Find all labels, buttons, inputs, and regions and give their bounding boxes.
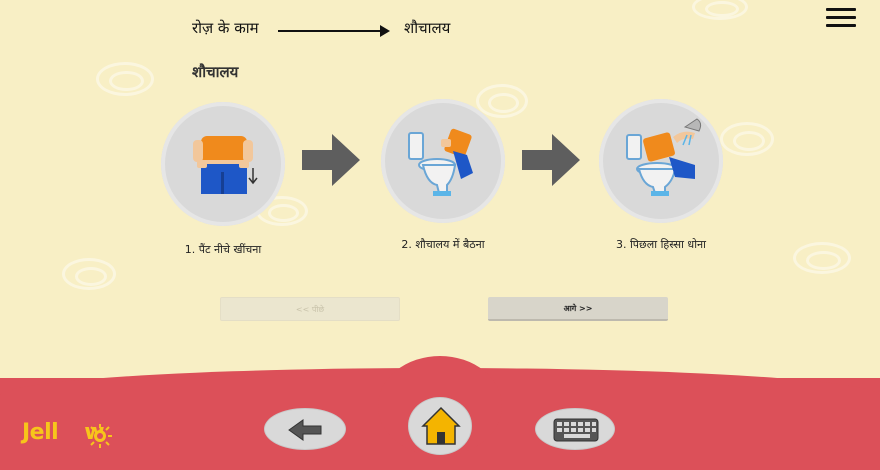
flow-arrow-icon	[302, 134, 360, 186]
step-2-label: 2. शौचालय में बैठना	[401, 238, 485, 251]
previous-button[interactable]: << पीछे	[220, 297, 400, 321]
next-button[interactable]: आगे >>	[488, 297, 668, 321]
keyboard-icon	[553, 418, 599, 442]
pull-down-pants-icon	[193, 136, 258, 194]
home-icon	[421, 406, 461, 445]
breadcrumb-parent[interactable]: रोज़ के काम	[192, 18, 259, 38]
breadcrumb: रोज़ के काम शौचालय	[192, 18, 512, 42]
menu-line	[826, 16, 856, 19]
sit-on-toilet-icon	[408, 128, 473, 196]
menu-line	[826, 8, 856, 11]
logo-text-start: Jell	[22, 420, 59, 445]
breadcrumb-arrow-icon	[278, 25, 390, 37]
jellow-logo: Jell w	[22, 420, 152, 456]
step-3-label: 3. पिछला हिस्सा धोना	[615, 238, 707, 251]
home-button[interactable]	[408, 397, 472, 455]
decor-swirl	[720, 122, 774, 156]
sun-icon	[88, 424, 112, 448]
page-title: शौचालय	[192, 63, 239, 81]
decor-swirl	[62, 258, 116, 290]
menu-line	[826, 24, 856, 27]
decor-swirl	[793, 242, 851, 274]
step-2-card[interactable]	[381, 99, 505, 223]
step-1-card[interactable]	[161, 102, 285, 226]
wash-back-icon	[626, 118, 702, 196]
breadcrumb-current: शौचालय	[404, 19, 451, 37]
back-arrow-icon	[288, 419, 322, 441]
hamburger-menu-icon[interactable]	[826, 8, 856, 28]
step-3-card[interactable]	[599, 99, 723, 223]
keyboard-button[interactable]	[535, 408, 615, 450]
step-1-label: 1. पैंट नीचे खींचना	[184, 243, 262, 256]
decor-swirl	[96, 62, 154, 96]
flow-arrow-icon	[522, 134, 580, 186]
decor-swirl	[692, 0, 748, 20]
back-button[interactable]	[264, 408, 346, 450]
